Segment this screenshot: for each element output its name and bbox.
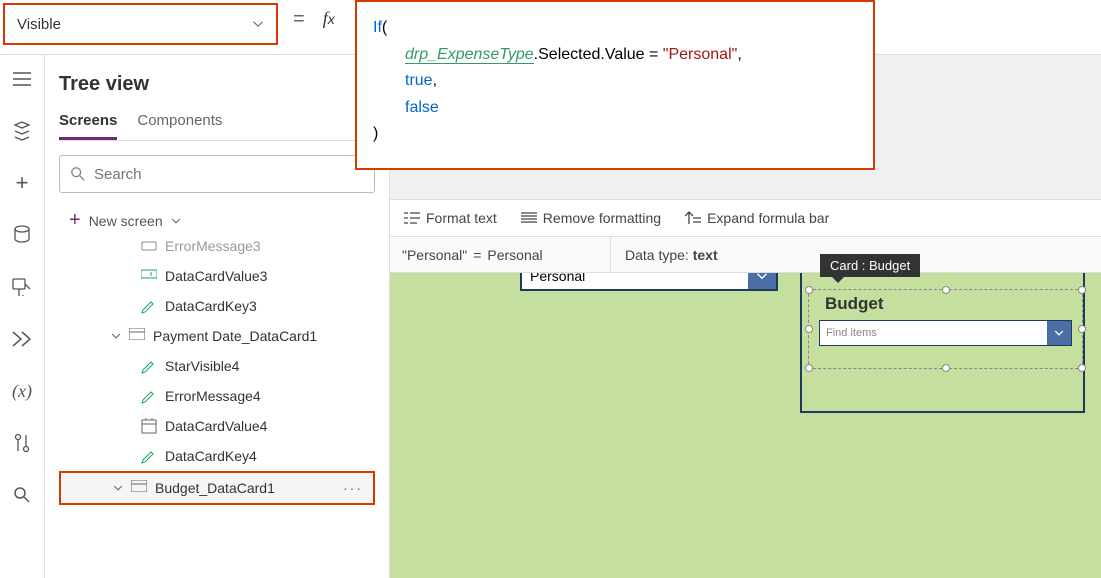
tree-item-paymentdate-datacard1[interactable]: Payment Date_DataCard1	[59, 321, 375, 351]
hamburger-icon[interactable]	[10, 67, 34, 91]
media-icon[interactable]	[10, 275, 34, 299]
tree-tabs: Screens Components	[59, 112, 375, 141]
tree-item-datacardvalue4[interactable]: DataCardValue4	[59, 411, 375, 441]
budget-combobox[interactable]: Find items	[819, 320, 1072, 346]
property-dropdown-value: Visible	[17, 16, 61, 33]
chevron-down-icon	[252, 18, 264, 30]
insert-icon[interactable]: +	[10, 171, 34, 195]
edit-icon	[141, 298, 157, 314]
tab-screens[interactable]: Screens	[59, 112, 117, 140]
card-icon	[131, 480, 147, 496]
search-rail-icon[interactable]	[10, 483, 34, 507]
formula-result-bar: "Personal" = Personal Data type: text	[390, 237, 1101, 273]
remove-formatting-button[interactable]: Remove formatting	[521, 210, 661, 226]
tree-item-errormessage4[interactable]: ErrorMessage4	[59, 381, 375, 411]
budget-datacard[interactable]: Budget Find items	[808, 289, 1083, 369]
tree-item-datacardkey4[interactable]: DataCardKey4	[59, 441, 375, 471]
form-card-container[interactable]: Card : Budget Budget Find items	[800, 253, 1085, 413]
chevron-down-icon	[1047, 321, 1071, 345]
tree-search-input[interactable]	[94, 166, 364, 183]
tree-item-datacardkey3[interactable]: DataCardKey3	[59, 291, 375, 321]
tree-view-icon[interactable]	[10, 119, 34, 143]
chevron-down-icon	[111, 331, 121, 341]
tree-search[interactable]	[59, 155, 375, 193]
tree-item-errormessage3[interactable]: ErrorMessage3	[59, 238, 375, 261]
equals-sign: =	[281, 0, 317, 39]
variables-icon[interactable]: (x)	[10, 379, 34, 403]
chevron-down-icon	[171, 216, 181, 226]
power-automate-icon[interactable]	[10, 327, 34, 351]
more-icon[interactable]: ···	[343, 480, 363, 496]
data-icon[interactable]	[10, 223, 34, 247]
expand-formula-bar-button[interactable]: Expand formula bar	[685, 210, 829, 226]
search-icon	[70, 166, 86, 182]
edit-icon	[141, 358, 157, 374]
tools-icon[interactable]	[10, 431, 34, 455]
chevron-down-icon	[113, 483, 123, 493]
budget-title: Budget	[819, 294, 1072, 314]
format-text-button[interactable]: Format text	[404, 210, 497, 226]
new-screen-button[interactable]: + New screen	[59, 203, 375, 238]
card-icon	[129, 328, 145, 344]
fx-icon[interactable]: fx	[317, 0, 341, 37]
property-dropdown[interactable]: Visible	[3, 3, 278, 45]
result-value: "Personal" = Personal	[390, 247, 610, 263]
left-rail: + (x)	[0, 55, 45, 578]
label-icon	[141, 238, 157, 254]
tree-item-budget-datacard1[interactable]: Budget_DataCard1 ···	[59, 471, 375, 505]
plus-icon: +	[69, 209, 81, 232]
tab-components[interactable]: Components	[137, 112, 222, 140]
edit-icon	[141, 388, 157, 404]
edit-icon	[141, 448, 157, 464]
tree-list: ErrorMessage3 DataCardValue3 DataCardKey…	[59, 238, 375, 578]
canvas-content[interactable]: Personal Card : Budget Budget	[390, 273, 1101, 578]
tree-view-title: Tree view	[59, 73, 375, 96]
calendar-icon	[141, 418, 157, 434]
tree-item-datacardvalue3[interactable]: DataCardValue3	[59, 261, 375, 291]
data-type: Data type: text	[610, 237, 718, 272]
tree-view-panel: Tree view Screens Components + New scree…	[45, 55, 390, 578]
input-icon	[141, 268, 157, 284]
tree-item-starvisible4[interactable]: StarVisible4	[59, 351, 375, 381]
formula-toolbar: Format text Remove formatting Expand for…	[390, 199, 1101, 237]
card-label-badge: Card : Budget	[820, 254, 920, 277]
formula-editor[interactable]: If( drp_ExpenseType.Selected.Value = "Pe…	[355, 0, 875, 170]
